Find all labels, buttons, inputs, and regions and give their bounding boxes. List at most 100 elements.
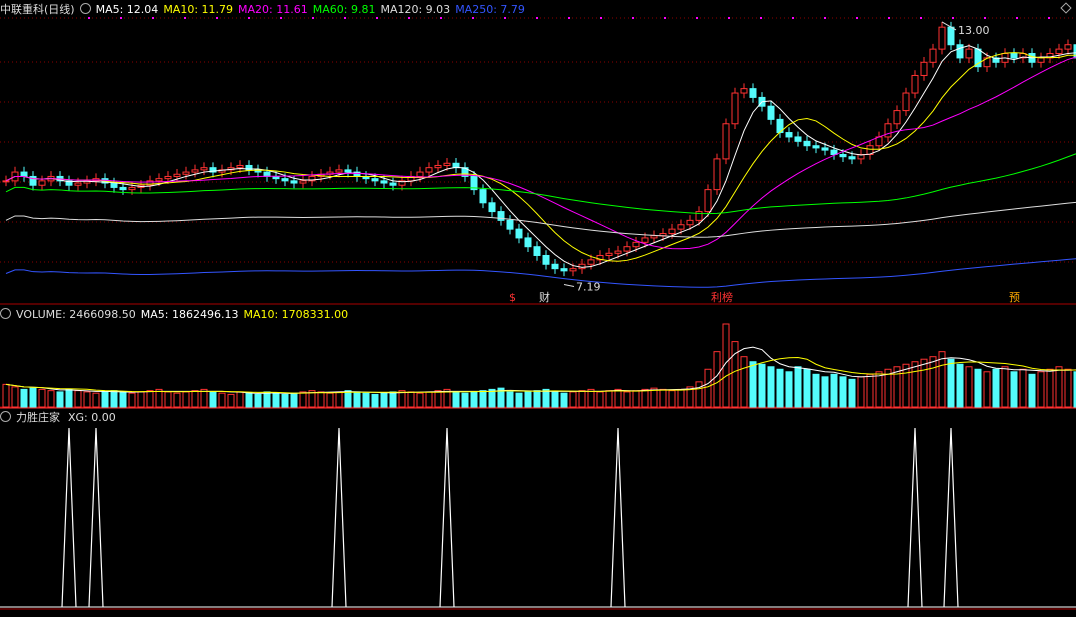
top-marker-dot: [216, 17, 218, 19]
candle-body: [335, 169, 343, 173]
volume-bar: [65, 388, 73, 408]
event-tag-finance[interactable]: 财: [538, 291, 551, 304]
volume-bar: [641, 388, 649, 408]
volume-settings-circle-icon[interactable]: [0, 308, 11, 319]
volume-bar: [704, 368, 712, 408]
candle-body: [155, 178, 163, 182]
volume-bar: [38, 388, 46, 408]
volume-bar: [245, 392, 253, 408]
candle-body: [506, 219, 514, 230]
top-marker-dot: [792, 17, 794, 19]
candle-body: [281, 178, 289, 182]
volume-bar: [821, 376, 829, 408]
top-marker-dot: [312, 17, 314, 19]
candle-body: [272, 175, 280, 180]
candle-body: [686, 219, 694, 226]
candle-body: [965, 48, 973, 59]
volume-bar: [1064, 368, 1072, 408]
volume-bar: [461, 392, 469, 408]
volume-bar: [416, 392, 424, 408]
volume-bar: [533, 390, 541, 408]
volume-bar: [920, 358, 928, 408]
volume-bar: [857, 376, 865, 408]
volume-bar: [749, 361, 757, 408]
candle-body: [110, 182, 118, 188]
indicator-xg-value: XG: 0.00: [68, 411, 116, 424]
candle-body: [128, 186, 136, 191]
event-tag-ranking[interactable]: 利榜: [710, 291, 734, 304]
candle-body: [677, 224, 685, 230]
event-tag-dollar[interactable]: $: [508, 291, 517, 304]
candle-body: [2, 180, 10, 183]
volume-bar: [956, 363, 964, 408]
volume-bar: [1010, 371, 1018, 408]
volume-bar: [263, 391, 271, 408]
volume-bar: [299, 391, 307, 408]
volume-bar: [551, 391, 559, 408]
volume-bar: [947, 358, 955, 408]
volume-bar: [1019, 368, 1027, 408]
volume-bar: [596, 391, 604, 408]
volume-bar: [767, 366, 775, 408]
candle-body: [713, 158, 721, 191]
top-marker-dot: [728, 17, 730, 19]
top-marker-dot: [184, 17, 186, 19]
volume-bar: [713, 351, 721, 408]
top-marker-dot: [824, 17, 826, 19]
candle-body: [1037, 57, 1045, 63]
candle-body: [200, 167, 208, 171]
candle-body: [443, 162, 451, 166]
volume-panel-header: VOLUME: 2466098.50 MA5: 1862496.13 MA10: 1…: [0, 308, 353, 322]
volume-bar: [911, 361, 919, 408]
candle-body: [893, 110, 901, 125]
volume-bar: [2, 383, 10, 408]
candle-body: [290, 180, 298, 184]
candle-body: [839, 154, 847, 158]
volume-bar: [389, 391, 397, 408]
candle-body: [956, 44, 964, 59]
stock-title: 中联重科(日线): [0, 3, 75, 16]
volume-bar: [335, 391, 343, 408]
candle-body: [416, 171, 424, 177]
volume-bar: [200, 388, 208, 408]
candle-body: [38, 180, 46, 186]
volume-bar: [794, 366, 802, 408]
candle-body: [938, 26, 946, 50]
top-marker-dot: [152, 17, 154, 19]
candle-body: [650, 235, 658, 239]
volume-bar: [119, 391, 127, 408]
volume-bar: [110, 390, 118, 408]
candle-body: [794, 136, 802, 142]
volume-bar: [101, 391, 109, 408]
candle-body: [911, 74, 919, 94]
event-tag-forecast[interactable]: 预: [1008, 291, 1021, 304]
settings-circle-icon[interactable]: [79, 3, 91, 14]
volume-bar: [452, 391, 460, 408]
candle-body: [668, 228, 676, 235]
volume-bar: [614, 388, 622, 408]
volume-bar: [1028, 373, 1036, 408]
candle-body: [812, 145, 820, 149]
volume-bar: [218, 392, 226, 408]
top-marker-dot: [568, 17, 570, 19]
candle-body: [902, 92, 910, 112]
candle-body: [803, 140, 811, 147]
volume-bar: [758, 363, 766, 408]
volume-bar: [983, 371, 991, 408]
candle-body: [722, 123, 730, 160]
volume-bar: [425, 391, 433, 408]
volume-bar: [470, 391, 478, 408]
volume-bar: [515, 392, 523, 408]
volume-bar: [506, 391, 514, 408]
volume-bar: [254, 393, 262, 408]
candle-body: [1064, 44, 1072, 50]
volume-bar: [326, 392, 334, 408]
volume-bar: [830, 373, 838, 408]
volume-bar: [812, 373, 820, 408]
candle-body: [434, 164, 442, 169]
volume-bar: [191, 390, 199, 408]
volume-bar: [1037, 371, 1045, 408]
indicator-settings-circle-icon[interactable]: [0, 411, 11, 422]
candle-body: [947, 26, 955, 46]
candle-body: [497, 211, 505, 221]
